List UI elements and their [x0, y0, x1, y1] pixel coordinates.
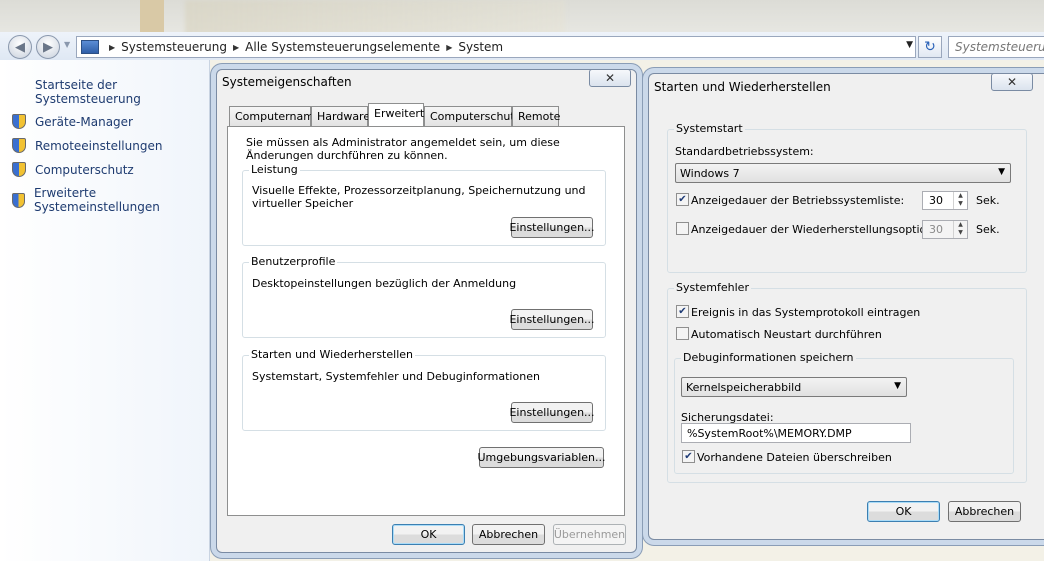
- recovery-seconds-value: 30: [929, 223, 943, 236]
- search-input[interactable]: Systemsteuerung: [948, 36, 1044, 58]
- sidebar-item-label[interactable]: Remoteeinstellungen: [35, 139, 162, 153]
- group-label: Debuginformationen speichern: [681, 351, 856, 364]
- os-list-checkbox[interactable]: ✔: [676, 193, 689, 206]
- shield-icon: [12, 162, 26, 177]
- spinner-arrows-icon[interactable]: ▲ ▼: [953, 221, 967, 238]
- default-os-value: Windows 7: [680, 167, 740, 180]
- close-button[interactable]: ✕: [589, 69, 631, 87]
- debug-type-select[interactable]: Kernelspeicherabbild ▼: [681, 377, 907, 397]
- dialog-title: Systemeigenschaften: [222, 75, 352, 89]
- overwrite-checkbox[interactable]: ✔: [682, 450, 695, 463]
- group-description: Desktopeinstellungen bezüglich der Anmel…: [252, 277, 517, 290]
- background-stripe: [140, 0, 164, 36]
- tab-computerschutz[interactable]: Computerschutz: [424, 106, 521, 126]
- chevron-down-icon: ▼: [894, 381, 901, 391]
- group-description: Visuelle Effekte, Prozessorzeitplanung, …: [252, 184, 586, 210]
- chevron-down-icon: ▼: [998, 167, 1005, 177]
- sidebar-item-geraete-manager[interactable]: Geräte-Manager: [12, 114, 133, 129]
- breadcrumb-systemsteuerung[interactable]: Systemsteuerung: [121, 40, 227, 54]
- cancel-button[interactable]: Abbrechen: [472, 524, 545, 545]
- log-event-checkbox[interactable]: ✔: [676, 305, 689, 318]
- group-debuginformationen: Debuginformationen speichern Kernelspeic…: [674, 351, 1014, 474]
- group-label: Systemstart: [674, 122, 745, 135]
- tab-strip: Computername Hardware Erweitert Computer…: [229, 103, 627, 128]
- overwrite-label: Vorhandene Dateien überschreiben: [697, 451, 892, 464]
- startup-settings-button[interactable]: Einstellungen...: [509, 402, 595, 423]
- background-blur: [185, 0, 565, 36]
- log-event-label: Ereignis in das Systemprotokoll eintrage…: [691, 306, 921, 319]
- ok-button[interactable]: OK: [867, 501, 940, 522]
- cancel-button[interactable]: Abbrechen: [948, 501, 1021, 522]
- dialog-title: Starten und Wiederherstellen: [654, 80, 831, 94]
- default-os-select[interactable]: Windows 7 ▼: [675, 163, 1011, 183]
- sidebar-item-remoteeinstellungen[interactable]: Remoteeinstellungen: [12, 138, 162, 153]
- group-leistung: Leistung Visuelle Effekte, Prozessorzeit…: [242, 163, 606, 246]
- shield-icon: [12, 138, 26, 153]
- close-button[interactable]: ✕: [991, 73, 1033, 91]
- breadcrumb-alle-elemente[interactable]: Alle Systemsteuerungselemente: [245, 40, 440, 54]
- debug-type-value: Kernelspeicherabbild: [686, 381, 802, 394]
- group-label: Leistung: [249, 163, 300, 176]
- spinner-arrows-icon[interactable]: ▲ ▼: [953, 192, 967, 209]
- tab-page-erweitert: Sie müssen als Administrator angemeldet …: [227, 126, 625, 516]
- tab-computername[interactable]: Computername: [229, 106, 321, 126]
- computer-icon: [81, 40, 99, 54]
- refresh-icon[interactable]: ↻: [918, 36, 942, 58]
- nav-history-dropdown-icon[interactable]: ▼: [64, 40, 70, 49]
- recovery-options-label: Anzeigedauer der Wiederherstellungsoptio…: [691, 223, 951, 236]
- group-label: Starten und Wiederherstellen: [249, 348, 415, 361]
- group-label: Benutzerprofile: [249, 255, 338, 268]
- recovery-unit: Sek.: [976, 223, 1000, 236]
- group-label: Systemfehler: [674, 281, 751, 294]
- ok-button[interactable]: OK: [392, 524, 465, 545]
- group-starten-wiederherstellen: Starten und Wiederherstellen Systemstart…: [242, 348, 606, 431]
- group-systemstart: Systemstart Standardbetriebssystem: Wind…: [667, 122, 1027, 273]
- sidebar-item-erweiterte-systemeinstellungen[interactable]: Erweiterte Systemeinstellungen: [12, 186, 209, 214]
- os-list-unit: Sek.: [976, 194, 1000, 207]
- shield-icon: [12, 192, 25, 208]
- default-os-label: Standardbetriebssystem:: [675, 145, 814, 158]
- breadcrumb-system[interactable]: System: [458, 40, 503, 54]
- recovery-options-checkbox[interactable]: [676, 222, 689, 235]
- sidebar-item-label[interactable]: Geräte-Manager: [35, 115, 133, 129]
- dump-file-input[interactable]: %SystemRoot%\MEMORY.DMP: [681, 423, 911, 443]
- address-dropdown-icon[interactable]: ▼: [906, 40, 913, 50]
- chevron-right-icon[interactable]: ▶: [109, 43, 115, 52]
- os-list-seconds-stepper[interactable]: 30 ▲ ▼: [922, 191, 968, 210]
- tab-erweitert[interactable]: Erweitert: [368, 103, 424, 126]
- group-description: Systemstart, Systemfehler und Debuginfor…: [252, 370, 540, 383]
- apply-button[interactable]: Übernehmen: [553, 524, 626, 545]
- os-list-label: Anzeigedauer der Betriebssystemliste:: [691, 194, 905, 207]
- chevron-right-icon[interactable]: ▶: [233, 43, 239, 52]
- background-window: [0, 0, 1044, 36]
- admin-notice: Sie müssen als Administrator angemeldet …: [246, 136, 560, 162]
- explorer-address-bar: ◀ ▶ ▼ ▶ Systemsteuerung ▶ Alle Systemste…: [0, 32, 1044, 60]
- address-input[interactable]: ▶ Systemsteuerung ▶ Alle Systemsteuerung…: [76, 36, 916, 58]
- recovery-seconds-stepper[interactable]: 30 ▲ ▼: [922, 220, 968, 239]
- sidebar-item-label[interactable]: Computerschutz: [35, 163, 134, 177]
- shield-icon: [12, 114, 26, 129]
- auto-restart-checkbox[interactable]: [676, 327, 689, 340]
- sidebar-home-link[interactable]: Startseite der Systemsteuerung: [35, 78, 209, 106]
- chevron-right-icon[interactable]: ▶: [446, 43, 452, 52]
- profiles-settings-button[interactable]: Einstellungen...: [509, 309, 595, 330]
- control-panel-sidebar: Startseite der Systemsteuerung Geräte-Ma…: [0, 60, 210, 561]
- os-list-seconds-value: 30: [929, 194, 943, 207]
- startup-recovery-dialog: Starten und Wiederherstellen ✕ Systemsta…: [648, 73, 1044, 540]
- back-button[interactable]: ◀: [8, 35, 32, 59]
- group-benutzerprofile: Benutzerprofile Desktopeinstellungen bez…: [242, 255, 606, 338]
- environment-variables-button[interactable]: Umgebungsvariablen...: [478, 447, 606, 468]
- tab-hardware[interactable]: Hardware: [311, 106, 370, 126]
- sidebar-item-computerschutz[interactable]: Computerschutz: [12, 162, 134, 177]
- forward-button[interactable]: ▶: [36, 35, 60, 59]
- sidebar-item-label[interactable]: Erweiterte Systemeinstellungen: [34, 186, 209, 214]
- performance-settings-button[interactable]: Einstellungen...: [509, 217, 595, 238]
- group-systemfehler: Systemfehler ✔ Ereignis in das Systempro…: [667, 281, 1027, 483]
- system-properties-dialog: Systemeigenschaften ✕ Computername Hardw…: [216, 69, 637, 553]
- auto-restart-label: Automatisch Neustart durchführen: [691, 328, 882, 341]
- tab-remote[interactable]: Remote: [512, 106, 560, 126]
